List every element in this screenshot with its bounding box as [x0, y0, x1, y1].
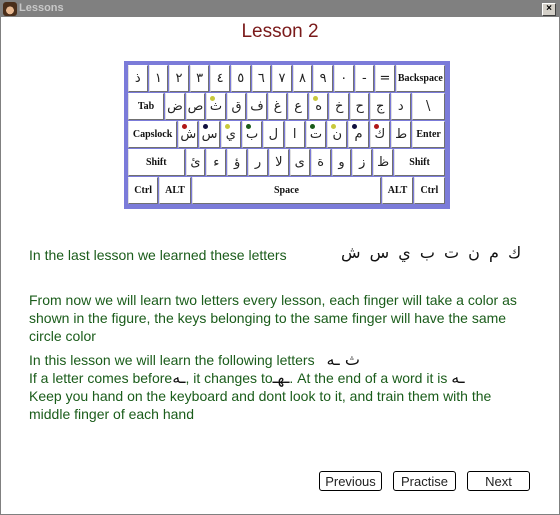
key-alt: ALT — [382, 177, 413, 204]
key-char: لا — [268, 149, 289, 176]
keyboard-figure: ذ ١ ٢ ٣ ٤ ٥ ٦ ٧ ٨ ٩ ٠- = Backspace Tab ض ص ث ق ف غ ع ه خ ح ج د \ Ca… — [124, 61, 450, 209]
keyboard-row: Shift ئ ء ؤ ر لا ى ة و ز ظ Shift — [128, 149, 446, 176]
intro-paragraph: From now we will learn two letters every… — [29, 292, 517, 344]
next-button[interactable]: Next — [467, 471, 530, 491]
key-char: ك — [369, 121, 390, 148]
lessons-window: Lessons × Lesson 2 ذ ١ ٢ ٣ ٤ ٥ ٦ ٧ ٨ ٩ ٠- = Backspac… — [0, 0, 560, 515]
lesson-title: Lesson 2 — [241, 21, 319, 42]
finger-color-dot — [224, 124, 230, 129]
key-char: ى — [289, 149, 310, 176]
key-char: س — [199, 121, 220, 148]
key-alt: ALT — [159, 177, 191, 204]
key-char: ض — [165, 93, 185, 120]
key-shift: Shift — [394, 149, 445, 176]
finger-color-dot — [210, 96, 216, 101]
learned-letters: ك م ن ت ب ي س ش — [341, 243, 522, 262]
finger-color-dot — [309, 124, 315, 129]
window-title: Lessons — [19, 2, 64, 14]
key-char: ٥ — [230, 65, 251, 92]
previous-button[interactable]: Previous — [319, 471, 382, 491]
key-char: ث — [206, 93, 226, 120]
key-backspace: Backspace — [395, 65, 445, 92]
key-char: ٤ — [210, 65, 230, 92]
key-char: ء — [206, 149, 227, 176]
keyboard-row: Capslock ش س ي ب ل ا ت ن م ك ط Enter — [128, 121, 446, 148]
key-char: ح — [349, 93, 370, 120]
letter-form-medial: ـهـ — [272, 368, 290, 387]
key-char: = — [375, 65, 395, 92]
finger-color-dot — [352, 124, 358, 129]
title-bar: Lessons × — [1, 1, 559, 17]
new-letters-line: In this lesson we will learn the followi… — [29, 351, 360, 369]
key-char: ٢ — [169, 65, 189, 92]
keyboard-row: Tab ض ص ث ق ف غ ع ه خ ح ج د \ — [128, 93, 446, 120]
key-char: ب — [241, 121, 263, 148]
change-text-a: If a letter comes before — [29, 370, 173, 386]
keyboard-row: ذ ١ ٢ ٣ ٤ ٥ ٦ ٧ ٨ ٩ ٠- = Backspace — [128, 65, 446, 92]
finger-color-dot — [182, 124, 188, 129]
finger-color-dot — [331, 124, 337, 129]
finger-color-dot — [245, 124, 251, 129]
key-space: Space — [191, 177, 382, 204]
key-char: ت — [305, 121, 327, 148]
finger-color-dot — [203, 124, 209, 129]
key-char: م — [348, 121, 369, 148]
key-char: ش — [178, 121, 199, 148]
letter-form-final: ـه — [451, 368, 465, 387]
key-char: ل — [263, 121, 284, 148]
key-char: ر — [248, 149, 268, 176]
key-char: ٨ — [292, 65, 313, 92]
key-char: ص — [185, 93, 206, 120]
key-char: ة — [310, 149, 331, 176]
close-button[interactable]: × — [542, 3, 556, 16]
key-char: ج — [370, 93, 390, 120]
key-char: ذ — [128, 65, 148, 92]
key-char: ؤ — [227, 149, 248, 176]
finger-color-dot — [373, 124, 379, 129]
learned-prefix: In the last lesson we learned these lett… — [29, 247, 287, 263]
letter-form-isolated: ـه — [172, 368, 186, 387]
new-letters: ث ـه — [326, 350, 360, 369]
key-char: ا — [284, 121, 305, 148]
learned-line: In the last lesson we learned these lett… — [29, 246, 287, 264]
key-char: غ — [267, 93, 288, 120]
key-char: ٩ — [313, 65, 333, 92]
practise-button[interactable]: Practise — [393, 471, 456, 491]
key-char: ئ — [185, 149, 206, 176]
key-char: ١ — [148, 65, 169, 92]
finger-color-dot — [312, 96, 318, 101]
change-text-b: , it changes to — [185, 370, 273, 386]
key-char: ي — [220, 121, 241, 148]
key-capslock: Capslock — [128, 121, 178, 148]
key-char: \ — [411, 93, 445, 120]
keyboard-row: Ctrl ALT Space ALT Ctrl — [128, 177, 446, 204]
key-char: ٠ — [333, 65, 354, 92]
key-shift: Shift — [128, 149, 185, 176]
key-char: ع — [288, 93, 308, 120]
key-char: ن — [327, 121, 348, 148]
key-char: ف — [247, 93, 267, 120]
key-char: ه — [308, 93, 329, 120]
key-char: د — [391, 93, 411, 120]
key-char: ق — [226, 93, 247, 120]
key-char: ٣ — [189, 65, 210, 92]
key-char: ط — [390, 121, 412, 148]
instruction-paragraph: Keep you hand on the keyboard and dont l… — [29, 388, 492, 422]
key-char: - — [354, 65, 375, 92]
key-char: ٧ — [272, 65, 292, 92]
new-letters-prefix: In this lesson we will learn the followi… — [29, 352, 315, 368]
key-char: ظ — [373, 149, 394, 176]
change-rule-line: If a letter comes beforeـه, it changes t… — [29, 369, 549, 387]
key-char: خ — [329, 93, 349, 120]
change-text-c: . At the end of a word it is — [289, 370, 448, 386]
app-icon — [3, 2, 17, 16]
key-ctrl: Ctrl — [128, 177, 159, 204]
key-ctrl: Ctrl — [413, 177, 446, 204]
key-char: ز — [352, 149, 373, 176]
key-char: ٦ — [251, 65, 272, 92]
key-char: و — [331, 149, 352, 176]
key-enter: Enter — [412, 121, 446, 148]
key-tab: Tab — [128, 93, 165, 120]
